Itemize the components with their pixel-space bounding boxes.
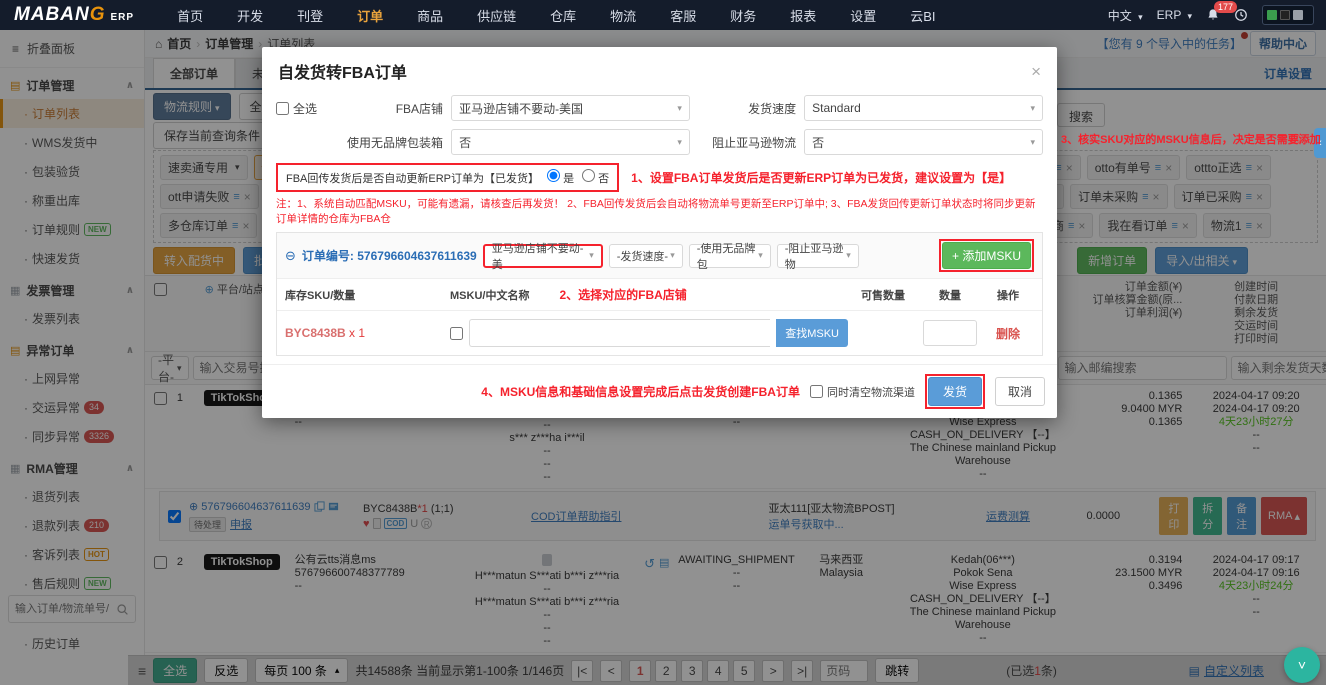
col-available: 可售数量 [848,287,918,303]
delete-link[interactable]: 删除 [996,327,1020,341]
radio-yes[interactable]: 是 [547,169,574,186]
language-selector[interactable]: 中文 ▾ [1108,7,1143,24]
gray-square-icon [1293,10,1303,20]
nav-item[interactable]: 报表 [773,0,833,30]
modal-select-all-checkbox[interactable] [276,102,289,115]
ship-speed-select[interactable]: Standard▾ [804,95,1043,121]
block-amazon-select[interactable]: 否▾ [804,129,1043,155]
app-logo: MABANG ERP [14,4,160,26]
logo-g-icon: G [90,4,106,26]
auto-update-label: FBA回传发货后是否自动更新ERP订单为【已发货】 [286,170,539,186]
chevron-down-icon: ▾ [1030,103,1035,114]
nav-item[interactable]: 订单 [340,0,400,30]
chevron-down-icon: ▾ [758,250,763,261]
green-square-icon [1267,10,1277,20]
modal-note: 注：1、系统自动匹配MSKU，可能有遗漏，请核查后再发货！ 2、FBA回传发货后… [276,196,1043,226]
dark-square-icon [1280,10,1290,20]
ship-speed-label: 发货速度 [698,100,796,117]
auto-update-setting: FBA回传发货后是否自动更新ERP订单为【已发货】 是 否 [276,163,619,192]
col-msku: MSKU/中文名称 [450,287,529,303]
unbranded-box-select[interactable]: 否▾ [451,129,690,155]
order-section: ⊖ 订单编号: 576796604637611639 亚马逊店铺不要动-美▾ -… [276,232,1043,356]
order-block-select[interactable]: -阻止亚马逊物▾ [777,244,859,268]
chevron-down-icon: ▾ [677,103,682,114]
nav-item[interactable]: 客服 [653,0,713,30]
nav-item[interactable]: 刊登 [280,0,340,30]
nav-item[interactable]: 物流 [593,0,653,30]
chevron-down-icon: ▾ [1030,137,1035,148]
order-number: 订单编号: 576796604637611639 [302,247,477,264]
ship-button[interactable]: 发货 [928,377,982,406]
unbranded-box-label: 使用无品牌包装箱 [345,134,443,151]
quantity-input[interactable] [923,320,977,346]
fba-order-modal: 自发货转FBA订单 × 全选 FBA店铺 亚马逊店铺不要动-美国▾ 发货速度 S… [262,47,1057,418]
nav-item[interactable]: 财务 [713,0,773,30]
nav-item[interactable]: 设置 [833,0,893,30]
collapse-order-icon[interactable]: ⊖ [285,248,296,264]
scroll-float-button[interactable]: ˅ [1284,647,1320,683]
nav-item[interactable]: 供应链 [460,0,533,30]
chevron-down-icon: ▾ [1187,11,1192,21]
chevron-down-icon: ▾ [846,250,851,261]
col-stock-sku: 库存SKU/数量 [285,287,450,303]
order-box-select[interactable]: -使用无品牌包▾ [689,244,771,268]
order-speed-select[interactable]: -发货速度-▾ [609,244,683,268]
nav-item[interactable]: 开发 [220,0,280,30]
find-msku-button[interactable]: 查找MSKU [776,319,848,347]
annotation-1: 1、设置FBA订单发货后是否更新ERP订单为已发货，建议设置为【是】 [631,169,1011,186]
nav-item[interactable]: 仓库 [533,0,593,30]
notifications-bell[interactable]: 177 [1206,8,1220,23]
stock-sku: BYC8438B [285,326,346,340]
msku-row-checkbox[interactable] [450,327,463,340]
col-operation: 操作 [982,287,1034,303]
modal-title: 自发货转FBA订单 [278,59,407,83]
msku-input[interactable] [469,319,770,347]
top-nav: MABANG ERP 首页开发刊登订单商品供应链仓库物流客服财务报表设置云BI … [0,0,1326,30]
cancel-button[interactable]: 取消 [995,377,1045,406]
erp-selector[interactable]: ERP ▾ [1157,8,1192,22]
chevron-down-icon: ▾ [589,250,594,261]
add-msku-button[interactable]: + 添加MSKU [942,242,1031,269]
nav-item[interactable]: 首页 [160,0,220,30]
col-quantity: 数量 [918,287,982,303]
annotation-3: 3、核实SKU对应的MSKU信息后，决定是否需要添加 [1061,131,1321,147]
nav-item[interactable]: 商品 [400,0,460,30]
chevron-down-icon: ▾ [1138,12,1143,22]
chevron-down-icon: ˅ [1298,657,1306,673]
close-icon[interactable]: × [1031,63,1041,80]
nav-item[interactable]: 云BI [893,0,952,30]
fba-shop-label: FBA店铺 [345,100,443,117]
chevron-down-icon: ▾ [677,137,682,148]
order-fba-shop-select[interactable]: 亚马逊店铺不要动-美▾ [483,244,603,268]
radio-no[interactable]: 否 [582,169,609,186]
main-menu: 首页开发刊登订单商品供应链仓库物流客服财务报表设置云BI [160,0,952,30]
notification-count-badge: 177 [1214,1,1237,13]
clear-channel-option[interactable]: 同时清空物流渠道 [810,384,915,400]
fba-shop-select[interactable]: 亚马逊店铺不要动-美国▾ [451,95,690,121]
modal-select-all[interactable]: 全选 [276,100,337,117]
chevron-down-icon: ▾ [670,250,675,261]
user-theme-widget[interactable] [1262,5,1314,25]
annotation-4: 4、MSKU信息和基础信息设置完成后点击发货创建FBA订单 [481,383,800,400]
block-amazon-label: 阻止亚马逊物流 [698,134,796,151]
annotation-2: 2、选择对应的FBA店铺 [559,286,686,303]
clear-channel-checkbox[interactable] [810,385,823,398]
